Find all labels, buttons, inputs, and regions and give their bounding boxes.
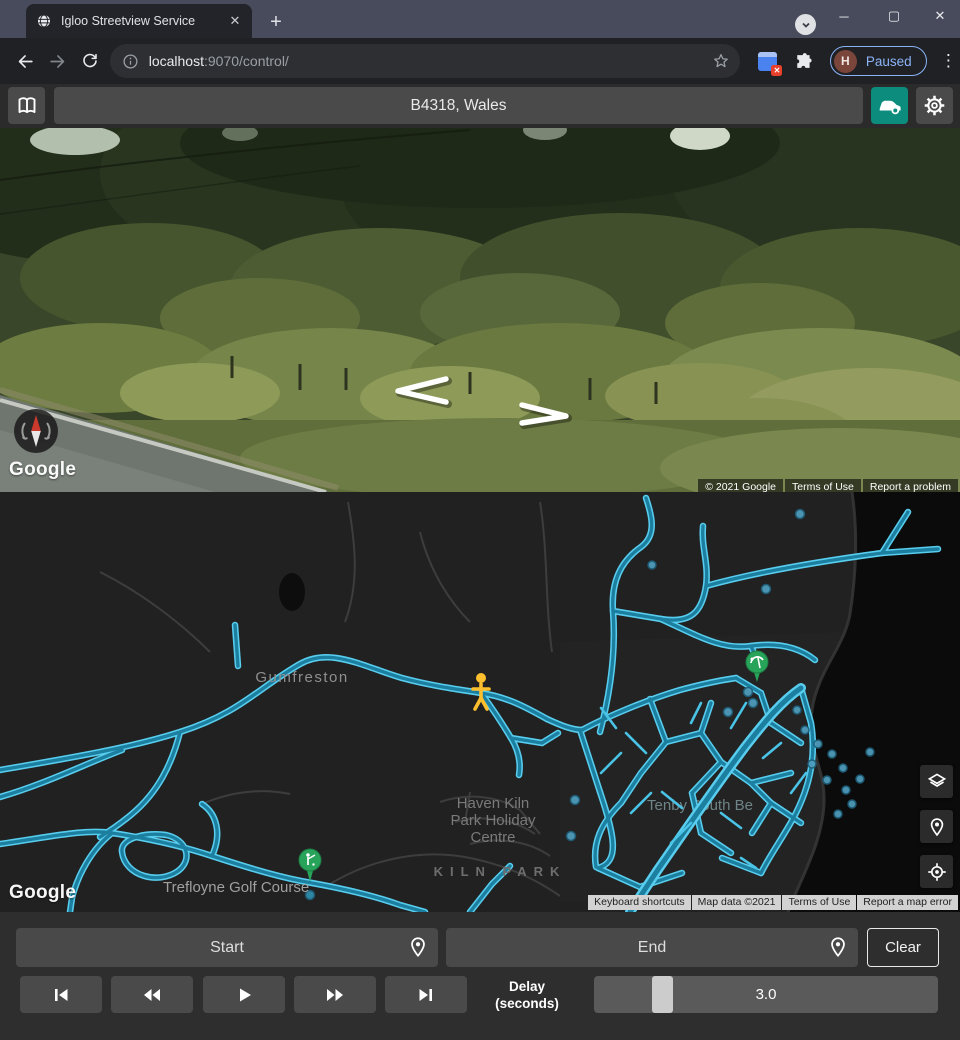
keyboard-shortcuts-link[interactable]: Keyboard shortcuts	[588, 895, 690, 910]
extensions-puzzle-icon[interactable]	[793, 51, 813, 72]
crosshair-locate-icon	[927, 862, 947, 882]
window-minimize-button[interactable]: ─	[822, 0, 866, 32]
url-text: localhost:9070/control/	[149, 53, 713, 69]
tab-close-icon[interactable]: ✕	[226, 12, 244, 30]
browser-menu-icon[interactable]: ⋮	[937, 51, 960, 71]
play-button[interactable]	[203, 976, 285, 1013]
layers-icon	[926, 771, 948, 793]
app-topbar	[0, 84, 960, 128]
clear-button[interactable]: Clear	[867, 928, 939, 967]
settings-button[interactable]	[916, 87, 953, 124]
gear-icon	[923, 94, 946, 117]
paused-status-label: Paused	[866, 54, 912, 69]
address-bar[interactable]: localhost:9070/control/	[110, 44, 741, 78]
copyright-text: © 2021 Google	[698, 479, 783, 492]
streetview-attribution: © 2021 Google Terms of Use Report a prob…	[698, 479, 958, 492]
streetview-scene	[0, 128, 960, 492]
extension-badge-icon[interactable]: ✕	[758, 52, 777, 71]
report-map-error-link[interactable]: Report a map error	[857, 895, 958, 910]
skip-to-end-button[interactable]	[385, 976, 467, 1013]
end-pin-icon[interactable]	[827, 936, 849, 958]
map-layers-button[interactable]	[920, 765, 953, 798]
route-map[interactable]: Tenby South Be	[0, 492, 960, 912]
map-marker-button[interactable]	[920, 810, 953, 843]
start-pin-icon[interactable]	[407, 936, 429, 958]
skip-start-icon	[49, 983, 73, 1007]
location-pin-icon	[927, 817, 947, 837]
open-book-icon	[15, 94, 39, 118]
start-input[interactable]	[16, 928, 438, 967]
titlebar: Igloo Streetview Service ✕ + ─ ▢ ✕	[0, 0, 960, 38]
trefloyne-label: Trefloyne Golf Course	[163, 879, 309, 896]
fast-forward-button[interactable]	[294, 976, 376, 1013]
compass-control[interactable]	[12, 407, 60, 455]
saved-routes-book-button[interactable]	[8, 87, 45, 124]
profile-avatar[interactable]: H	[834, 50, 857, 73]
forward-button[interactable]	[42, 45, 74, 77]
drive-mode-button[interactable]	[871, 87, 908, 124]
tab-search-icon[interactable]	[795, 14, 816, 35]
map-canvas: Tenby South Be	[0, 492, 960, 912]
start-location-field[interactable]	[16, 928, 438, 967]
skip-to-start-button[interactable]	[20, 976, 102, 1013]
terms-link[interactable]: Terms of Use	[782, 895, 856, 910]
gumfreston-label: Gumfreston	[255, 669, 348, 686]
map-my-location-button[interactable]	[920, 855, 953, 888]
tab-title: Igloo Streetview Service	[61, 14, 226, 28]
delay-label: Delay (seconds)	[478, 978, 576, 1012]
rewind-button[interactable]	[111, 976, 193, 1013]
streetview-panorama[interactable]: Google © 2021 Google Terms of Use Report…	[0, 128, 960, 492]
window-maximize-button[interactable]: ▢	[872, 0, 916, 32]
terms-link[interactable]: Terms of Use	[785, 479, 861, 492]
skip-end-icon	[414, 983, 438, 1007]
reload-button[interactable]	[74, 45, 106, 77]
end-input[interactable]	[446, 928, 858, 967]
location-search-input[interactable]	[54, 87, 863, 124]
google-logo[interactable]: Google	[9, 882, 76, 904]
bookmark-star-icon[interactable]	[712, 52, 730, 70]
tab-favicon-globe-icon	[36, 13, 52, 29]
car-icon	[877, 93, 903, 119]
delay-slider[interactable]: 3.0	[594, 976, 938, 1013]
play-icon	[232, 983, 256, 1007]
rewind-icon	[139, 983, 165, 1007]
window-close-button[interactable]: ✕	[918, 0, 960, 32]
report-problem-link[interactable]: Report a problem	[863, 479, 958, 492]
end-location-field[interactable]	[446, 928, 858, 967]
browser-window: Igloo Streetview Service ✕ + ─ ▢ ✕ loc	[0, 0, 960, 1040]
page-info-icon[interactable]	[122, 53, 139, 70]
svg-text:Centre: Centre	[470, 829, 515, 846]
svg-text:Park Holiday: Park Holiday	[450, 812, 536, 829]
playback-control-bar: Clear Delay (seconds) 3.0	[0, 912, 960, 1040]
profile-pause-pill[interactable]: H Paused	[830, 46, 927, 76]
google-logo[interactable]: Google	[9, 459, 76, 481]
browser-toolbar: localhost:9070/control/ ✕ H Paused ⋮	[0, 38, 960, 84]
browser-tab[interactable]: Igloo Streetview Service ✕	[26, 4, 252, 38]
map-attribution: Keyboard shortcuts Map data ©2021 Terms …	[588, 895, 958, 910]
new-tab-button[interactable]: +	[262, 8, 290, 36]
fast-forward-icon	[322, 983, 348, 1007]
back-button[interactable]	[10, 45, 42, 77]
map-data-text: Map data ©2021	[692, 895, 782, 910]
svg-text:Haven Kiln: Haven Kiln	[457, 795, 530, 812]
kiln-park-label: KILN PARK	[434, 864, 567, 879]
delay-value: 3.0	[594, 976, 938, 1013]
